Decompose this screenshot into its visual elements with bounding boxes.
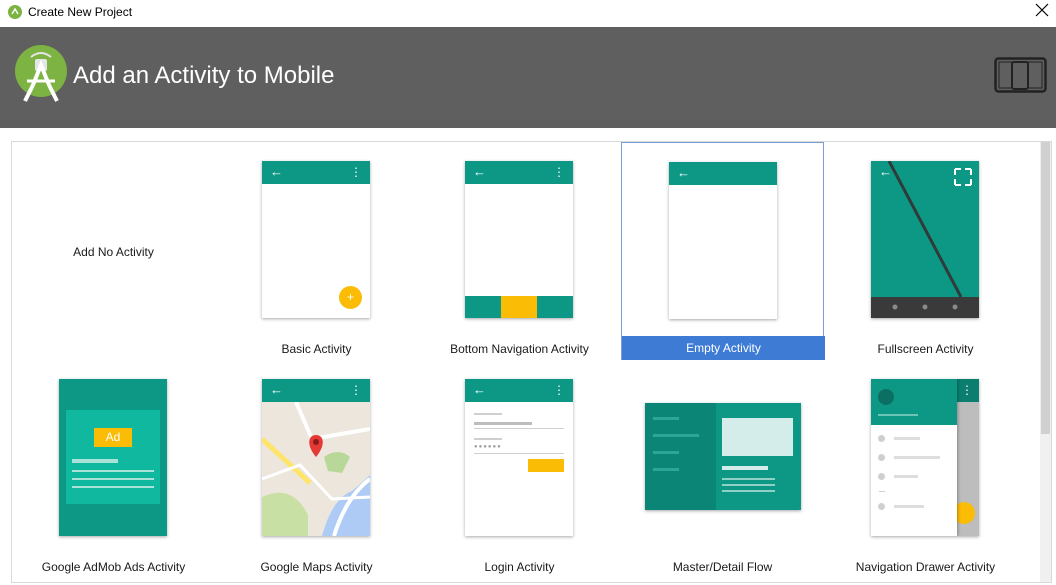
template-label: Google Maps Activity [260, 560, 373, 574]
close-icon[interactable] [1034, 2, 1050, 18]
template-label: Login Activity [484, 560, 555, 574]
overflow-menu-icon: ⋮ [350, 383, 362, 397]
template-google-admob-ads-activity[interactable]: Ad Google AdMob Ads Activity [12, 360, 215, 578]
template-label: Add No Activity [73, 245, 154, 259]
scrollbar-thumb[interactable] [1041, 142, 1050, 434]
overflow-menu-icon: ⋮ [553, 165, 565, 179]
template-add-no-activity[interactable]: Add No Activity [12, 142, 215, 360]
window-titlebar: Create New Project [0, 0, 1056, 27]
vertical-scrollbar[interactable] [1040, 142, 1051, 582]
overflow-menu-icon: ⋮ [350, 165, 362, 179]
template-master-detail-flow[interactable]: Master/Detail Flow [621, 360, 824, 578]
overflow-menu-icon: ⋮ [553, 383, 565, 397]
back-arrow-icon: ← [473, 164, 486, 179]
phone-tablet-icon[interactable] [994, 57, 1047, 93]
template-thumbnail: ⋮ [871, 379, 979, 536]
template-thumbnail: ← [669, 162, 777, 319]
template-login-activity[interactable]: ← ⋮ ●●●●●● Login Activity [418, 360, 621, 578]
template-label: Navigation Drawer Activity [855, 560, 996, 574]
template-label: Google AdMob Ads Activity [41, 560, 186, 574]
template-fullscreen-activity[interactable]: ← Fullscreen Activity [824, 142, 1027, 360]
android-studio-icon [8, 5, 22, 19]
overflow-menu-icon: ⋮ [961, 383, 973, 397]
template-thumbnail: ← ⋮ ●●●●●● [465, 379, 573, 536]
template-thumbnail: ← ⋮ [262, 379, 370, 536]
wizard-header: Add an Activity to Mobile [0, 27, 1056, 128]
template-label: Empty Activity [622, 336, 825, 360]
template-thumbnail: ← ⋮ + [262, 161, 370, 318]
template-label: Master/Detail Flow [672, 560, 773, 574]
template-thumbnail: ← ⋮ [465, 161, 573, 318]
window-title: Create New Project [28, 5, 133, 19]
back-arrow-icon: ← [677, 165, 690, 180]
page-title: Add an Activity to Mobile [73, 62, 335, 89]
template-basic-activity[interactable]: ← ⋮ + Basic Activity [215, 142, 418, 360]
ad-badge: Ad [94, 428, 132, 447]
template-thumbnail [645, 403, 801, 510]
template-label: Basic Activity [281, 342, 352, 356]
back-arrow-icon: ← [879, 164, 892, 179]
back-arrow-icon: ← [270, 164, 283, 179]
back-arrow-icon: ← [270, 382, 283, 397]
template-navigation-drawer-activity[interactable]: ⋮ Navigation Drawer Activity [824, 360, 1027, 578]
template-label: Bottom Navigation Activity [450, 342, 589, 356]
activity-gallery: Add No Activity ← ⋮ + Basic Activity ← ⋮ B… [11, 141, 1052, 583]
template-bottom-navigation-activity[interactable]: ← ⋮ Bottom Navigation Activity [418, 142, 621, 360]
fab-icon: + [339, 286, 362, 309]
template-thumbnail: Ad [59, 379, 167, 536]
template-thumbnail: ← [871, 161, 979, 318]
back-arrow-icon: ← [473, 382, 486, 397]
android-studio-logo [15, 45, 67, 102]
template-google-maps-activity[interactable]: ← ⋮ Google Maps Activity [215, 360, 418, 578]
template-empty-activity[interactable]: ← Empty Activity [621, 142, 825, 360]
template-label: Fullscreen Activity [877, 342, 974, 356]
